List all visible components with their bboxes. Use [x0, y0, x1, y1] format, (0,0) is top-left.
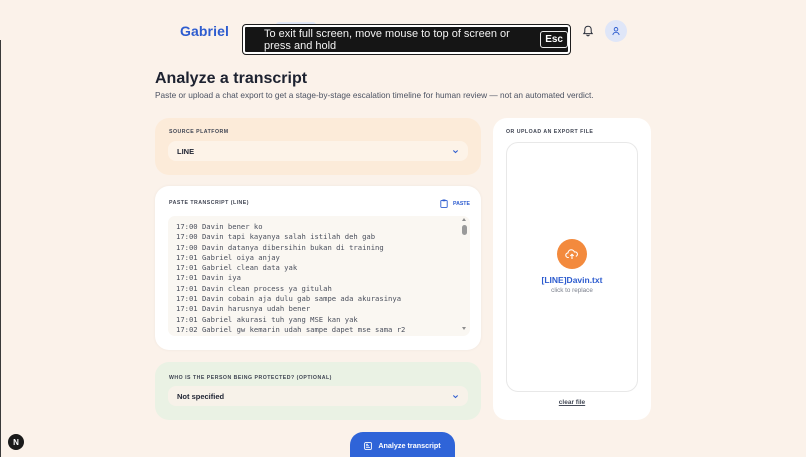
clipboard-icon [440, 199, 448, 208]
chevron-down-icon [452, 149, 459, 153]
esc-key: Esc [540, 31, 568, 48]
transcript-label: PASTE TRANSCRIPT (LINE) [169, 200, 249, 206]
protected-value: Not specified [177, 391, 225, 401]
paste-label: PASTE [453, 200, 470, 207]
uploaded-file-name: [LINE]Davin.txt [541, 275, 603, 285]
transcript-line: 17:00 Davin tapi kayanya salah istilah d… [176, 232, 376, 242]
platform-select[interactable]: LINE [168, 141, 468, 161]
bell-icon[interactable] [581, 24, 595, 38]
transcript-line: 17:02 Gabriel gw kemarin udah sampe dape… [176, 324, 406, 334]
transcript-textarea[interactable]: 17:00 Davin bener ko 17:00 Davin tapi ka… [168, 216, 470, 336]
page-title: Analyze a transcript [155, 70, 308, 87]
n-badge[interactable]: N [8, 434, 24, 450]
page-subtitle: Paste or upload a chat export to get a s… [155, 90, 594, 100]
upload-label: OR UPLOAD AN EXPORT FILE [506, 129, 594, 135]
transcript-line: 17:01 Gabriel clean data yak [176, 263, 298, 273]
transcript-line: 17:01 Davin iya [176, 273, 241, 283]
transcript-line: 17:01 Gabriel akurasi tuh yang MSE kan y… [176, 314, 358, 324]
transcript-line: 17:01 Gabriel oiya anjay [176, 252, 280, 262]
transcript-line: 17:00 Davin datanya dibersihin bukan di … [176, 242, 384, 252]
protected-label: WHO IS THE PERSON BEING PROTECTED? (OPTI… [169, 375, 332, 381]
analyze-icon [364, 441, 373, 450]
scrollbar-thumb[interactable] [462, 225, 467, 235]
protected-select[interactable]: Not specified [168, 386, 468, 406]
platform-value: LINE [177, 146, 195, 156]
fullscreen-notice: To exit full screen, move mouse to top o… [242, 24, 571, 55]
transcript-line: 17:00 Davin bener ko [176, 222, 263, 231]
chevron-down-icon [452, 394, 459, 398]
scroll-up-arrow[interactable] [462, 218, 466, 221]
platform-label: SOURCE PLATFORM [169, 129, 229, 135]
transcript-line: 17:01 Davin harusnya udah bener [176, 304, 311, 314]
transcript-line: 17:01 Davin clean process ya gitulah [176, 283, 332, 293]
analyze-button[interactable]: Analyze transcript [350, 432, 455, 457]
upload-button[interactable] [557, 239, 587, 269]
brand-logo[interactable]: Gabriel [180, 23, 229, 39]
paste-button[interactable]: PASTE [440, 199, 470, 208]
cloud-upload-icon [565, 249, 578, 259]
fullscreen-notice-text: To exit full screen, move mouse to top o… [264, 27, 510, 52]
replace-hint: click to replace [551, 287, 593, 294]
user-avatar-button[interactable] [605, 20, 627, 42]
transcript-line: 17:01 Davin cobain aja dulu gab sampe ad… [176, 294, 402, 304]
user-icon [612, 27, 620, 36]
scroll-down-arrow[interactable] [462, 327, 466, 330]
window-edge [0, 40, 1, 457]
analyze-label: Analyze transcript [378, 441, 441, 450]
clear-file-link[interactable]: clear file [493, 399, 651, 406]
